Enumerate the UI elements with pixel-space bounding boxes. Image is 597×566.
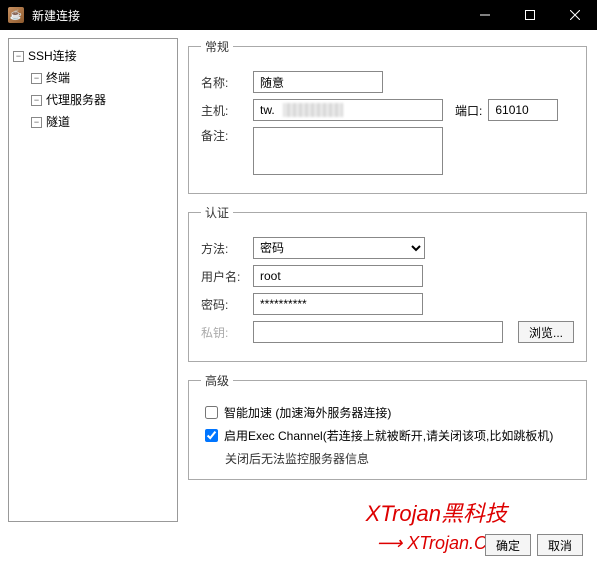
titlebar: ☕ 新建连接 <box>0 0 597 30</box>
remark-textarea[interactable] <box>253 127 443 175</box>
general-group: 常规 名称: 主机: 端口: 备注: <box>188 38 587 194</box>
auth-group: 认证 方法: 密码 用户名: 密码: 私钥: 浏览... <box>188 204 587 362</box>
host-label: 主机: <box>201 102 253 119</box>
remark-label: 备注: <box>201 127 253 144</box>
advanced-group: 高级 智能加速 (加速海外服务器连接) 启用Exec Channel(若连接上就… <box>188 372 587 480</box>
smart-accel-label: 智能加速 (加速海外服务器连接) <box>224 404 391 422</box>
host-input[interactable] <box>253 99 443 121</box>
key-input <box>253 321 503 343</box>
tree-item-terminal[interactable]: − 终端 <box>31 67 173 89</box>
close-button[interactable] <box>552 0 597 30</box>
pass-label: 密码: <box>201 296 253 313</box>
key-label: 私钥: <box>201 324 253 341</box>
port-input[interactable] <box>488 99 558 121</box>
user-input[interactable] <box>253 265 423 287</box>
censored-region <box>283 103 343 117</box>
collapse-icon[interactable]: − <box>13 51 24 62</box>
arrow-icon: ⟶ <box>376 533 402 553</box>
name-label: 名称: <box>201 74 253 91</box>
name-input[interactable] <box>253 71 383 93</box>
tree-label: SSH连接 <box>28 47 77 65</box>
method-label: 方法: <box>201 240 253 257</box>
window-title: 新建连接 <box>32 7 462 24</box>
tree-root-ssh[interactable]: − SSH连接 <box>13 45 173 67</box>
exec-channel-label: 启用Exec Channel(若连接上就被断开,请关闭该项,比如跳板机) <box>224 427 553 445</box>
tree-label: 隧道 <box>46 113 70 131</box>
exec-channel-checkbox[interactable] <box>205 429 218 442</box>
auth-legend: 认证 <box>201 204 233 221</box>
tree-label: 终端 <box>46 69 70 87</box>
user-label: 用户名: <box>201 268 253 285</box>
app-icon: ☕ <box>8 7 24 23</box>
collapse-icon[interactable]: − <box>31 117 42 128</box>
collapse-icon[interactable]: − <box>31 73 42 84</box>
general-legend: 常规 <box>201 38 233 55</box>
method-select[interactable]: 密码 <box>253 237 425 259</box>
tree-item-proxy[interactable]: − 代理服务器 <box>31 89 173 111</box>
ok-button[interactable]: 确定 <box>485 534 531 556</box>
advanced-legend: 高级 <box>201 372 233 389</box>
smart-accel-checkbox[interactable] <box>205 406 218 419</box>
watermark-text: XTrojan黑科技 <box>366 496 507 528</box>
browse-button[interactable]: 浏览... <box>518 321 574 343</box>
cancel-button[interactable]: 取消 <box>537 534 583 556</box>
collapse-icon[interactable]: − <box>31 95 42 106</box>
port-label: 端口: <box>455 102 482 119</box>
tree-label: 代理服务器 <box>46 91 106 109</box>
minimize-button[interactable] <box>462 0 507 30</box>
maximize-button[interactable] <box>507 0 552 30</box>
exec-note: 关闭后无法监控服务器信息 <box>225 450 574 467</box>
tree-item-tunnel[interactable]: − 隧道 <box>31 111 173 133</box>
pass-input[interactable] <box>253 293 423 315</box>
watermark-text2: ⟶ XTrojan.C <box>376 533 487 554</box>
sidebar-tree: − SSH连接 − 终端 − 代理服务器 − 隧道 <box>8 38 178 522</box>
